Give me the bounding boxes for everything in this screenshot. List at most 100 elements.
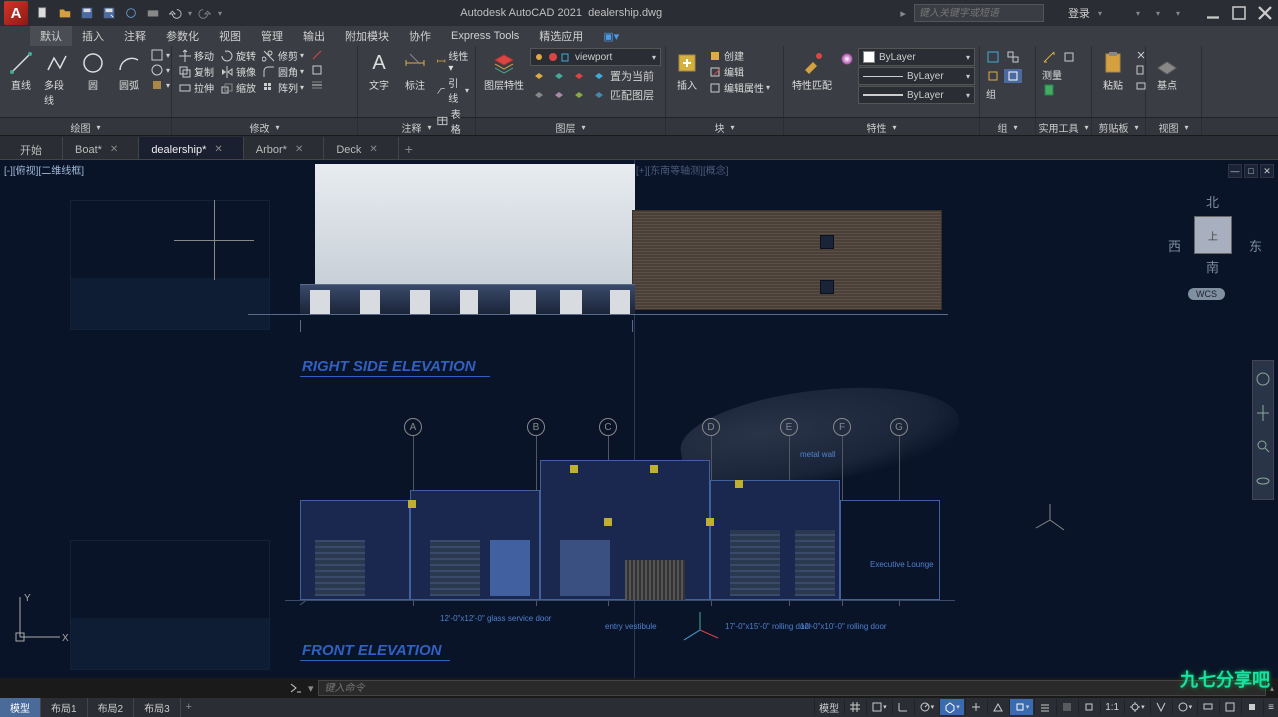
qat-redo-icon[interactable] — [196, 4, 214, 22]
nav-zoom-icon[interactable] — [1255, 433, 1271, 461]
menu-addins[interactable]: 附加模块 — [335, 26, 399, 46]
search-input[interactable] — [914, 4, 1044, 22]
menu-featured[interactable]: 精选应用 — [529, 26, 593, 46]
stretch-button[interactable]: 拉伸 — [176, 80, 216, 95]
command-input[interactable] — [318, 680, 1266, 696]
menu-expand-icon[interactable]: ▣▾ — [593, 28, 629, 45]
status-isodraft-icon[interactable]: ▾ — [939, 699, 964, 715]
fillet-button[interactable]: 圆角▾ — [260, 64, 306, 79]
status-snap-icon[interactable]: ▾ — [866, 699, 891, 715]
menu-manage[interactable]: 管理 — [251, 26, 293, 46]
status-model[interactable]: 模型 — [814, 699, 843, 715]
measure-icon[interactable] — [1040, 50, 1058, 64]
qat-plot-icon[interactable] — [144, 4, 162, 22]
status-gear-icon[interactable]: ▾ — [1124, 699, 1149, 715]
layer-t1-icon[interactable] — [530, 69, 548, 83]
dim-button[interactable]: 标注 — [398, 48, 432, 94]
lineweight-dropdown[interactable]: ByLayer▾ — [858, 86, 975, 104]
linetype-dropdown[interactable]: ByLayer▾ — [858, 67, 975, 85]
text-button[interactable]: A文字 — [362, 48, 396, 94]
trim-button[interactable]: 修剪▾ — [260, 48, 306, 63]
status-track-icon[interactable]: ▾ — [1009, 699, 1034, 715]
base-button[interactable]: 基点 — [1150, 48, 1184, 94]
group-ungroup-icon[interactable] — [1004, 50, 1022, 64]
tab-layout1[interactable]: 布局1 — [41, 698, 88, 717]
qat-save-icon[interactable] — [78, 4, 96, 22]
leader-button[interactable]: 引线▾ — [434, 75, 471, 105]
tab-deck[interactable]: Deck✕ — [324, 137, 398, 159]
menu-express[interactable]: Express Tools — [441, 28, 529, 44]
status-ws-icon[interactable]: ▾ — [1172, 699, 1197, 715]
viewport-label-left[interactable]: [-][俯视][二维线框] — [4, 162, 84, 177]
menu-parametric[interactable]: 参数化 — [156, 26, 209, 46]
layer-t4-icon[interactable] — [590, 69, 608, 83]
menu-insert[interactable]: 插入 — [72, 26, 114, 46]
wcs-badge[interactable]: WCS — [1188, 288, 1225, 300]
status-grid-icon[interactable] — [844, 699, 865, 715]
table-button[interactable]: 表格 — [434, 106, 471, 136]
edit-block-button[interactable]: 编辑 — [706, 64, 772, 79]
insert-block-button[interactable]: 插入 — [670, 48, 704, 94]
array-button[interactable]: 阵列▾ — [260, 80, 306, 95]
vp-minimize-icon[interactable]: — — [1228, 164, 1242, 178]
create-block-button[interactable]: 创建 — [706, 48, 772, 63]
maximize-icon[interactable] — [1230, 4, 1248, 22]
viewport-label-right[interactable]: [+][东南等轴测][概念] — [636, 162, 729, 177]
app-logo[interactable]: A — [4, 1, 28, 25]
layer-t5-icon[interactable] — [530, 88, 548, 102]
layer-t6-icon[interactable] — [550, 88, 568, 102]
tab-layout2[interactable]: 布局2 — [88, 698, 135, 717]
qat-undo-icon[interactable] — [166, 4, 184, 22]
rotate-button[interactable]: 旋转 — [218, 48, 258, 63]
draw-tool3-icon[interactable]: ▾ — [148, 78, 172, 92]
calc-icon[interactable] — [1040, 83, 1058, 97]
tab-layout3[interactable]: 布局3 — [134, 698, 181, 717]
view-cube[interactable]: 北 西 东 南 上 WCS — [1168, 180, 1258, 300]
status-lw-icon[interactable] — [1034, 699, 1055, 715]
layer-dropdown[interactable]: viewport▾ — [530, 48, 661, 66]
cmd-prompt-icon[interactable] — [288, 680, 304, 696]
qat-open-icon[interactable] — [56, 4, 74, 22]
qat-web-icon[interactable] — [122, 4, 140, 22]
paste-button[interactable]: 粘贴 — [1096, 48, 1130, 94]
mirror-button[interactable]: 镜像 — [218, 64, 258, 79]
tab-dealership[interactable]: dealership*✕ — [139, 137, 243, 159]
close-tab-icon[interactable]: ✕ — [110, 144, 118, 155]
qat-saveas-icon[interactable] — [100, 4, 118, 22]
arc-button[interactable]: 圆弧 — [112, 48, 146, 94]
layer-t8-icon[interactable] — [590, 88, 608, 102]
draw-tool2-icon[interactable]: ▾ — [148, 63, 172, 77]
tab-arbor[interactable]: Arbor*✕ — [244, 137, 325, 159]
status-transp-icon[interactable] — [1056, 699, 1077, 715]
tab-start[interactable]: 开始 — [8, 137, 63, 159]
add-tab-button[interactable]: + — [399, 139, 419, 159]
scale-button[interactable]: 缩放 — [218, 80, 258, 95]
line-button[interactable]: 直线 — [4, 48, 38, 94]
nav-orbit-icon[interactable] — [1255, 467, 1271, 495]
draw-tool1-icon[interactable]: ▾ — [148, 48, 172, 62]
layer-t2-icon[interactable] — [550, 69, 568, 83]
linear-dim-button[interactable]: 线性 ▾ — [434, 48, 471, 74]
match-layer-button[interactable]: 匹配图层 — [610, 87, 654, 103]
status-monitor-icon[interactable] — [1197, 699, 1218, 715]
nav-wheel-icon[interactable] — [1255, 365, 1271, 393]
group-create-icon[interactable] — [984, 50, 1002, 64]
group-label[interactable]: 组 — [984, 86, 998, 101]
account-label[interactable]: 登录 — [1068, 5, 1090, 21]
drawing-area[interactable]: [-][俯视][二维线框] [+][东南等轴测][概念] — □ ✕ RIGHT… — [0, 160, 1278, 680]
circle-button[interactable]: 圆 — [76, 48, 110, 94]
tab-boat[interactable]: Boat*✕ — [63, 137, 139, 159]
qat-new-icon[interactable] — [34, 4, 52, 22]
status-ortho-icon[interactable] — [892, 699, 913, 715]
mod-tool3-icon[interactable] — [308, 78, 326, 92]
menu-view[interactable]: 视图 — [209, 26, 251, 46]
color-dropdown[interactable]: ByLayer▾ — [858, 48, 975, 66]
layer-prop-button[interactable]: 图层特性 — [480, 48, 528, 94]
menu-annotate[interactable]: 注释 — [114, 26, 156, 46]
tab-model[interactable]: 模型 — [0, 698, 41, 717]
status-osnap-icon[interactable] — [965, 699, 986, 715]
mod-tool2-icon[interactable] — [308, 63, 326, 77]
edit-attr-button[interactable]: 编辑属性▾ — [706, 80, 772, 95]
status-anno-icon[interactable] — [1150, 699, 1171, 715]
menu-output[interactable]: 输出 — [293, 26, 335, 46]
